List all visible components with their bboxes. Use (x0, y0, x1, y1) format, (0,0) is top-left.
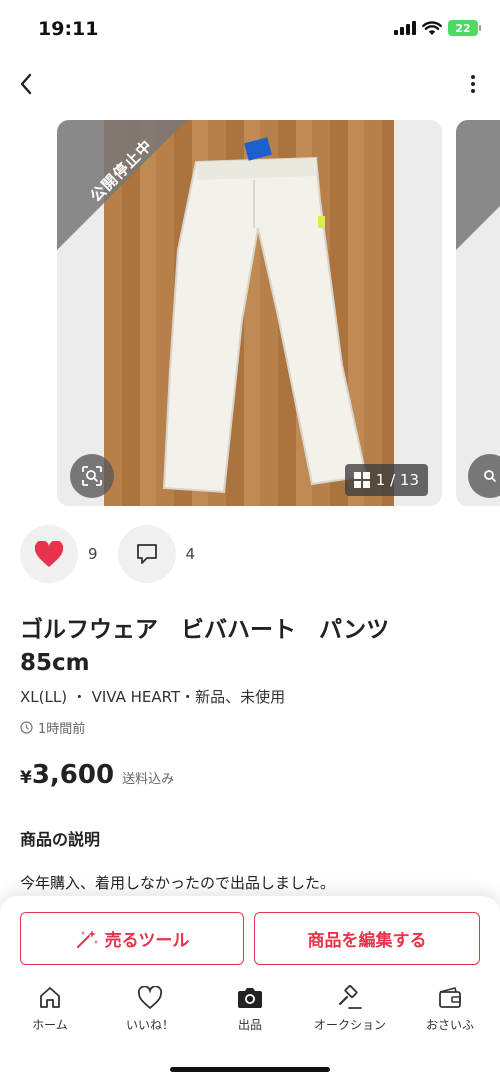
tab-likes[interactable]: いいね！ (100, 984, 200, 1044)
tab-auction-label: オークション (313, 1018, 386, 1032)
price-value: 3,600 (31, 760, 115, 790)
image-search-button[interactable] (70, 454, 114, 498)
description-text: 今年購入、着用しなかったので出品しました。 (20, 874, 336, 892)
grid-icon (353, 472, 370, 488)
comment-count: 4 (185, 545, 196, 563)
status-badge-partial (456, 120, 500, 250)
next-image-card[interactable] (456, 120, 500, 506)
product-image-card[interactable]: 公開停止中 1 / 13 (57, 120, 442, 506)
price-currency: ¥ (20, 768, 32, 788)
edit-item-button[interactable]: 商品を編集する (254, 912, 480, 965)
home-indicator (170, 1067, 330, 1072)
like-count: 9 (88, 545, 98, 563)
battery-level: 22 (455, 21, 471, 35)
back-button[interactable] (12, 70, 40, 98)
heart-outline-icon (137, 986, 163, 1010)
like-button[interactable] (20, 525, 78, 583)
tab-home-label: ホーム (32, 1018, 68, 1032)
more-options-button[interactable] (466, 72, 480, 96)
tab-sell-label: 出品 (237, 1018, 262, 1032)
battery-icon: 22 (448, 20, 481, 36)
product-title: ゴルフウェア ビバハート パンツ 85cm (20, 614, 460, 680)
status-icons: 22 (394, 20, 481, 36)
status-time: 19:11 (38, 18, 99, 40)
home-icon (40, 987, 60, 1008)
description-heading: 商品の説明 (20, 830, 101, 849)
clock-icon (20, 721, 33, 734)
product-title-line2: 85cm (20, 650, 90, 676)
price: ¥ 3,600 送料込み (20, 760, 174, 790)
product-meta: XL(LL) ・ VIVA HEART・新品、未使用 (20, 688, 286, 706)
signal-icon (394, 21, 416, 35)
image-search-icon (82, 466, 102, 486)
status-badge: 公開停止中 (57, 120, 187, 250)
edit-item-label: 商品を編集する (307, 931, 427, 951)
image-search-button-partial[interactable] (468, 454, 500, 498)
tab-bar: ホーム いいね！ 出品 オークション おさいふ (0, 984, 500, 1044)
chevron-left-icon (20, 73, 32, 95)
more-dot (471, 82, 475, 86)
bottom-panel: 売るツール 商品を編集する ホーム いいね！ 出品 オークション おさいふ (0, 896, 500, 1080)
reactions-row: 9 4 (20, 525, 215, 583)
image-counter-label: 1 / 13 (375, 471, 419, 489)
tab-wallet-label: おさいふ (425, 1018, 474, 1032)
tab-sell[interactable]: 出品 (200, 984, 300, 1044)
shipping-note: 送料込み (122, 772, 175, 787)
posted-time: 1時間前 (20, 718, 85, 737)
comment-button[interactable] (117, 525, 176, 583)
wallet-icon (439, 987, 461, 1008)
gavel-icon (338, 985, 362, 1009)
more-dot (471, 89, 475, 93)
posted-time-label: 1時間前 (38, 722, 86, 737)
image-search-icon (484, 470, 496, 482)
product-title-line1: ゴルフウェア ビバハート パンツ (20, 617, 390, 643)
sell-tools-label: 売るツール (104, 931, 190, 951)
comment-icon (136, 544, 157, 564)
camera-icon (238, 988, 262, 1008)
wifi-icon (422, 20, 442, 35)
magic-wand-icon (76, 929, 98, 948)
more-dot (471, 75, 475, 79)
tab-home[interactable]: ホーム (0, 984, 100, 1044)
status-bar: 19:11 22 (0, 0, 500, 60)
tab-auction[interactable]: オークション (300, 984, 400, 1044)
heart-filled-icon (34, 540, 64, 567)
tab-likes-label: いいね！ (125, 1018, 174, 1032)
image-counter[interactable]: 1 / 13 (344, 464, 428, 496)
tab-wallet[interactable]: おさいふ (400, 984, 500, 1044)
sell-tools-button[interactable]: 売るツール (20, 912, 244, 965)
image-carousel[interactable]: 公開停止中 1 / 13 (0, 120, 500, 508)
